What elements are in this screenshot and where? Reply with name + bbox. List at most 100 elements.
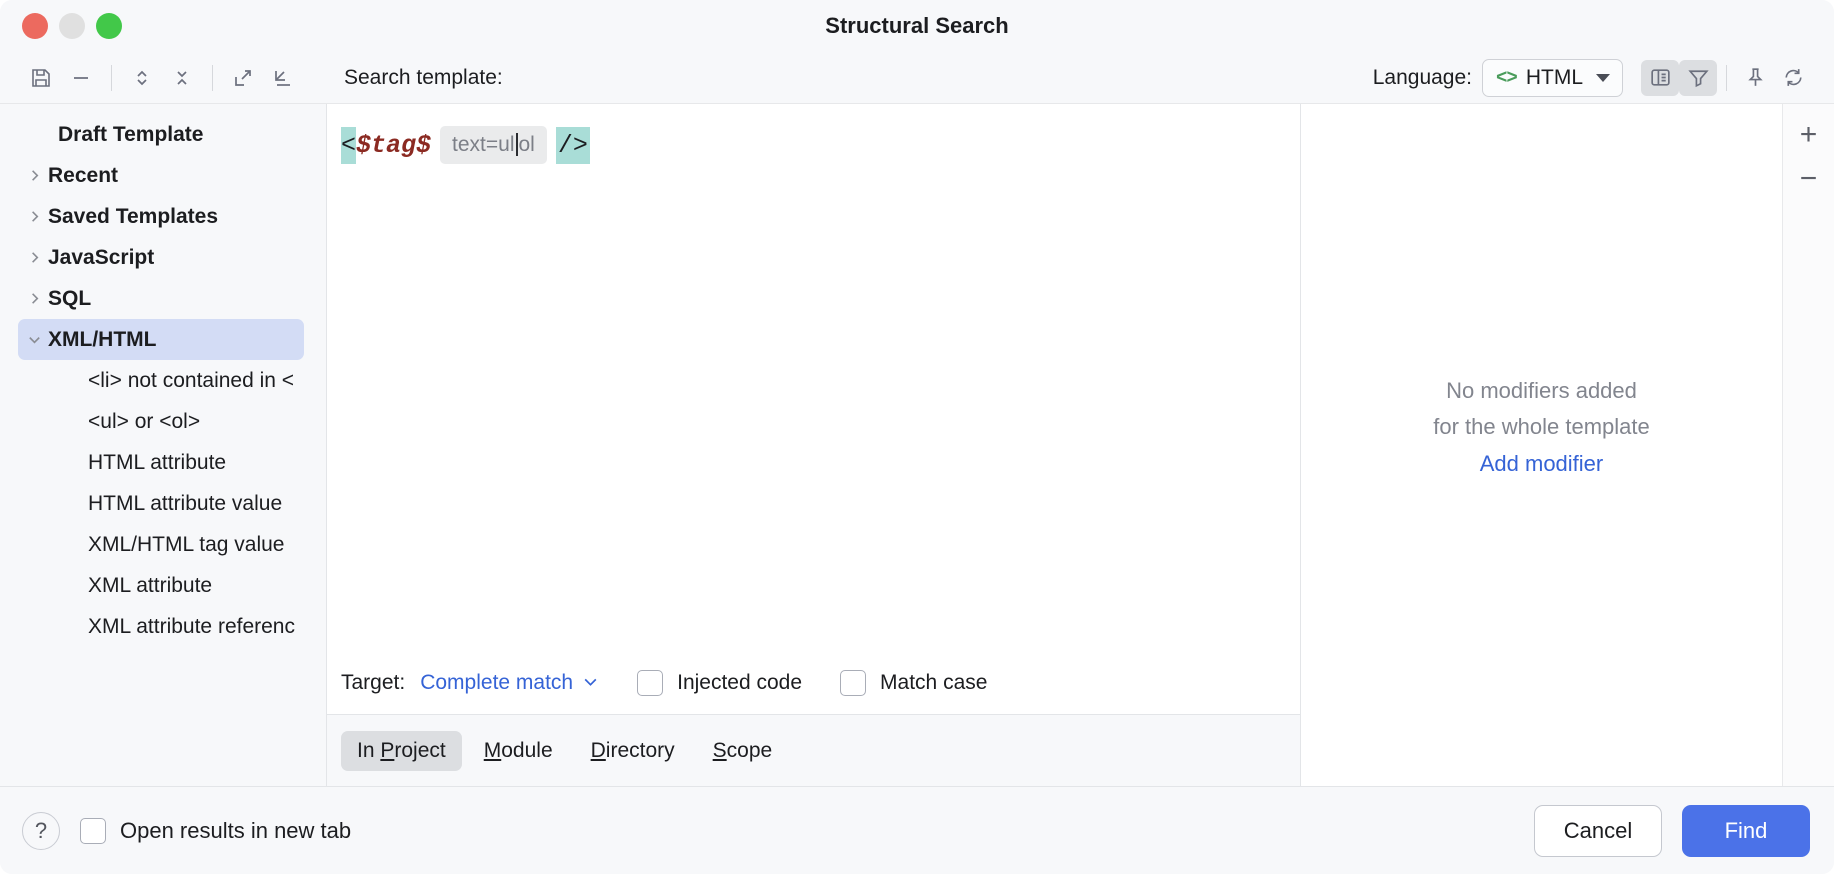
language-label: Language: (1372, 65, 1473, 89)
zoom-window-button[interactable] (96, 13, 122, 39)
tree-item-label: Saved Templates (48, 204, 219, 228)
template-toolbar-buttons (22, 60, 327, 96)
modifiers-rail: + − (1782, 104, 1834, 786)
search-template-label: Search template: (344, 65, 503, 89)
expand-collapse-icon[interactable] (123, 60, 161, 96)
toolbar-right: Language: <> HTML (1372, 58, 1812, 97)
minimize-window-button[interactable] (59, 13, 85, 39)
injected-code-checkbox-group[interactable]: Injected code (637, 670, 802, 696)
pin-icon[interactable] (1736, 60, 1774, 96)
window-controls (0, 13, 122, 39)
toolbar-divider (111, 64, 112, 91)
chevron-down-icon (582, 673, 599, 694)
chevron-right-icon[interactable] (20, 250, 48, 265)
tree-item-label: XML/HTML (48, 327, 157, 351)
chevron-right-icon[interactable] (20, 168, 48, 183)
open-results-checkbox[interactable] (80, 817, 106, 844)
tree-item-javascript[interactable]: JavaScript (0, 237, 326, 278)
tree-item-label: XML/HTML tag value (88, 532, 285, 556)
tree-item-html-attribute[interactable]: HTML attribute (0, 442, 326, 483)
tree-item-li-not-contained[interactable]: <li> not contained in < (0, 360, 326, 401)
open-results-checkbox-group[interactable]: Open results in new tab (80, 817, 352, 844)
chevron-down-icon (1596, 73, 1610, 82)
toolbar-divider (1726, 64, 1727, 91)
find-button[interactable]: Find (1682, 804, 1810, 857)
target-options-row: Target: Complete match Injected code Mat… (327, 652, 1300, 714)
tree-item-sql[interactable]: SQL (0, 278, 326, 319)
export-template-icon[interactable] (224, 60, 262, 96)
dialog-body: Draft Template Recent Saved Templates Ja… (0, 104, 1834, 786)
modifiers-panel: No modifiers added for the whole templat… (1300, 104, 1834, 786)
tree-item-label: XML attribute referenc (88, 614, 295, 638)
match-case-label: Match case (880, 671, 988, 694)
remove-template-icon[interactable] (62, 60, 100, 96)
target-select[interactable]: Complete match (420, 671, 599, 695)
chevron-down-icon[interactable] (20, 332, 48, 347)
tree-item-xml-attribute[interactable]: XML attribute (0, 565, 326, 606)
tree-item-draft-template[interactable]: Draft Template (0, 114, 326, 155)
tree-item-label: Draft Template (58, 122, 204, 146)
tree-item-xml-html-tag-value[interactable]: XML/HTML tag value (0, 524, 326, 565)
language-select[interactable]: <> HTML (1482, 58, 1623, 97)
dialog-footer: ? Open results in new tab Cancel Find (0, 786, 1834, 874)
toolbar: Search template: Language: <> HTML (0, 52, 1834, 104)
add-modifier-link[interactable]: Add modifier (1480, 451, 1604, 477)
modifiers-empty-state: No modifiers added for the whole templat… (1301, 104, 1782, 786)
collapse-all-icon[interactable] (163, 60, 201, 96)
target-value-text: Complete match (420, 671, 574, 694)
refresh-icon[interactable] (1774, 60, 1812, 96)
match-case-checkbox[interactable] (840, 670, 867, 696)
template-variable-token: $tag$ (356, 130, 432, 160)
tree-item-xml-attribute-reference[interactable]: XML attribute referenc (0, 606, 326, 647)
self-close-token: /> (555, 126, 590, 164)
template-code-line[interactable]: < $tag$ text=ul ol /> (341, 126, 1300, 164)
close-window-button[interactable] (22, 13, 48, 39)
import-template-icon[interactable] (264, 60, 302, 96)
templates-tree[interactable]: Draft Template Recent Saved Templates Ja… (0, 104, 327, 786)
center-pane: < $tag$ text=ul ol /> Target: Complete m… (327, 104, 1300, 786)
open-results-label: Open results in new tab (120, 817, 352, 843)
tab-module[interactable]: Module (468, 731, 569, 771)
toggle-modifiers-panel-icon[interactable] (1641, 59, 1679, 96)
tree-item-label: JavaScript (48, 245, 155, 269)
target-label: Target: (341, 671, 406, 694)
language-value: HTML (1525, 65, 1583, 89)
chevron-right-icon[interactable] (20, 291, 48, 306)
window-title: Structural Search (825, 13, 1009, 38)
tree-item-xml-html[interactable]: XML/HTML (18, 319, 304, 360)
save-template-icon[interactable] (22, 60, 60, 96)
tree-item-label: <li> not contained in < (88, 368, 295, 392)
tab-directory[interactable]: Directory (575, 731, 691, 771)
tree-item-label: SQL (48, 286, 92, 310)
inline-hint-text-after: ol (518, 133, 535, 156)
tree-item-html-attribute-value[interactable]: HTML attribute value (0, 483, 326, 524)
open-angle-token: < (341, 126, 357, 164)
toolbar-divider (212, 64, 213, 91)
tree-item-label: HTML attribute (88, 450, 227, 474)
structural-search-dialog: Structural Search Search template: Langu… (0, 0, 1834, 874)
filter-icon[interactable] (1679, 59, 1717, 96)
modifiers-empty-line-1: No modifiers added (1446, 377, 1637, 403)
search-template-editor[interactable]: < $tag$ text=ul ol /> (327, 104, 1300, 652)
tab-in-project[interactable]: In Project (341, 730, 462, 771)
text-caret (515, 133, 518, 156)
scope-tabs: In Project Module Directory Scope (327, 714, 1300, 786)
code-brackets-icon: <> (1496, 66, 1518, 89)
match-case-checkbox-group[interactable]: Match case (840, 670, 987, 696)
injected-code-checkbox[interactable] (637, 670, 664, 696)
cancel-button[interactable]: Cancel (1534, 804, 1662, 857)
chevron-right-icon[interactable] (20, 209, 48, 224)
footer-actions: Cancel Find (1534, 804, 1810, 857)
add-modifier-icon[interactable]: + (1790, 116, 1828, 154)
remove-modifier-icon[interactable]: − (1790, 160, 1828, 198)
tab-scope[interactable]: Scope (697, 731, 789, 771)
injected-code-label: Injected code (677, 671, 803, 694)
modifiers-empty-line-2: for the whole template (1433, 414, 1650, 439)
tree-item-recent[interactable]: Recent (0, 155, 326, 196)
inline-filter-hint[interactable]: text=ul ol (440, 126, 547, 164)
help-button[interactable]: ? (22, 811, 60, 850)
tree-item-label: <ul> or <ol> (88, 409, 201, 433)
tree-item-ul-or-ol[interactable]: <ul> or <ol> (0, 401, 326, 442)
tree-item-saved-templates[interactable]: Saved Templates (0, 196, 326, 237)
tree-item-label: HTML attribute value (88, 491, 283, 515)
